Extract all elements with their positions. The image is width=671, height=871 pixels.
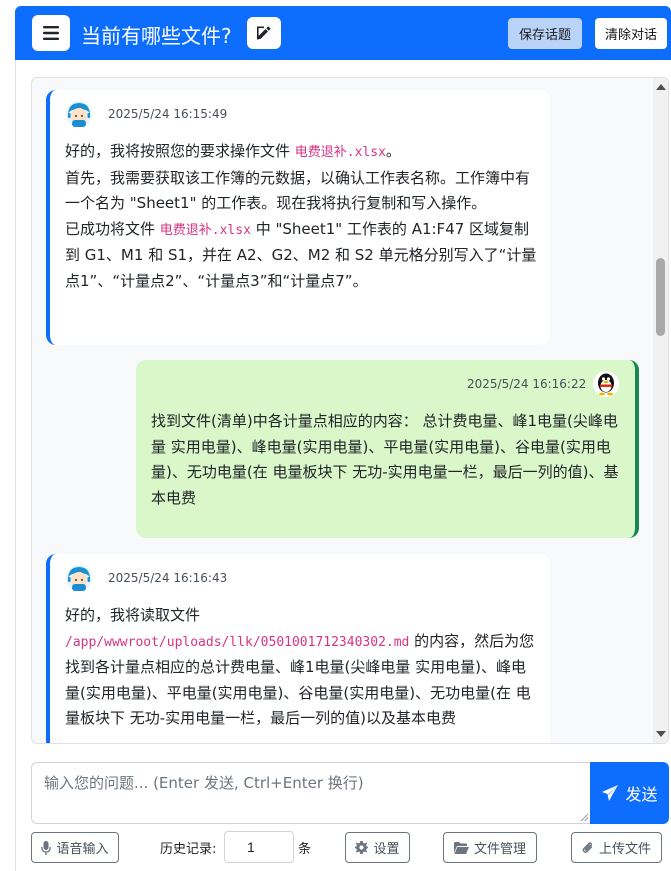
- save-topic-button[interactable]: 保存话题: [508, 18, 582, 49]
- hamburger-icon: [43, 26, 59, 40]
- paperclip-icon: [582, 841, 593, 853]
- chat-messages-panel[interactable]: 2025/5/24 16:15:49 好的，我将按照您的要求操作文件 电费退补.…: [31, 77, 669, 744]
- resize-grip-icon[interactable]: [580, 813, 588, 821]
- assistant-avatar-icon: [66, 101, 92, 127]
- user-message: 2025/5/24 16:16:22 找到文件(清单)中各计量点相应的内容： 总…: [136, 360, 639, 538]
- upload-file-button[interactable]: 上传文件: [571, 832, 662, 863]
- message-body: 好的，我将读取文件 /app/wwwroot/uploads/llk/05010…: [65, 603, 539, 732]
- menu-button[interactable]: [32, 15, 70, 51]
- chat-scrollbar[interactable]: [653, 78, 668, 743]
- filepath-code: /app/wwwroot/uploads/llk/050100171234030…: [65, 634, 410, 650]
- history-unit: 条: [298, 842, 312, 857]
- filename-code: 电费退补.xlsx: [294, 145, 386, 160]
- scroll-up-arrow-icon[interactable]: [656, 84, 666, 90]
- message-input[interactable]: 输入您的问题... (Enter 发送, Ctrl+Enter 换行): [31, 762, 591, 824]
- message-text: 首先，我需要获取该工作簿的元数据，以确认工作表名称。工作簿中有一个名为 "She…: [65, 168, 531, 213]
- upload-file-label: 上传文件: [598, 842, 651, 857]
- settings-label: 设置: [373, 842, 400, 857]
- file-management-label: 文件管理: [473, 842, 526, 857]
- settings-button[interactable]: 设置: [345, 832, 410, 863]
- frame-divider: [15, 60, 16, 871]
- message-timestamp: 2025/5/24 16:15:49: [108, 107, 228, 121]
- microphone-icon: [41, 840, 52, 855]
- voice-input-button[interactable]: 语音输入: [31, 832, 119, 863]
- message-text: 好的，我将读取文件: [65, 606, 201, 624]
- qq-penguin-avatar-icon: [593, 371, 619, 397]
- scrollbar-thumb[interactable]: [656, 258, 665, 336]
- conversation-title: 当前有哪些文件?: [81, 24, 232, 48]
- assistant-avatar-icon: [66, 565, 92, 591]
- message-text: 已成功将文件: [65, 219, 160, 238]
- folder-open-icon: [453, 841, 469, 854]
- paper-plane-icon: [602, 785, 619, 801]
- message-body: 找到文件(清单)中各计量点相应的内容： 总计费电量、峰1电量(尖峰电量 实用电量…: [151, 412, 619, 507]
- message-text: 好的，我将按照您的要求操作文件: [65, 142, 295, 160]
- message-text: 。: [385, 142, 401, 160]
- message-timestamp: 2025/5/24 16:16:43: [108, 571, 228, 585]
- gear-icon: [355, 841, 369, 854]
- edit-title-button[interactable]: [247, 17, 281, 49]
- clear-chat-button[interactable]: 清除对话: [595, 18, 667, 49]
- message-input-placeholder: 输入您的问题... (Enter 发送, Ctrl+Enter 换行): [44, 774, 364, 792]
- send-label: 发送: [625, 785, 658, 804]
- send-button[interactable]: 发送: [590, 762, 669, 824]
- assistant-message: 2025/5/24 16:15:49 好的，我将按照您的要求操作文件 电费退补.…: [46, 90, 550, 345]
- message-body: 好的，我将按照您的要求操作文件 电费退补.xlsx。 首先，我需要获取该工作簿的…: [65, 139, 539, 294]
- history-count-input[interactable]: 1: [224, 831, 294, 863]
- file-management-button[interactable]: 文件管理: [443, 832, 537, 863]
- history-label: 历史记录:: [160, 842, 217, 857]
- voice-input-label: 语音输入: [56, 842, 109, 857]
- edit-icon: [257, 26, 271, 40]
- message-timestamp: 2025/5/24 16:16:22: [467, 377, 587, 391]
- scroll-down-arrow-icon[interactable]: [656, 731, 666, 737]
- assistant-message: 2025/5/24 16:16:43 好的，我将读取文件 /app/wwwroo…: [46, 554, 550, 743]
- chat-header: 当前有哪些文件? 保存话题 清除对话: [15, 6, 671, 60]
- filename-code: 电费退补.xlsx: [159, 222, 251, 238]
